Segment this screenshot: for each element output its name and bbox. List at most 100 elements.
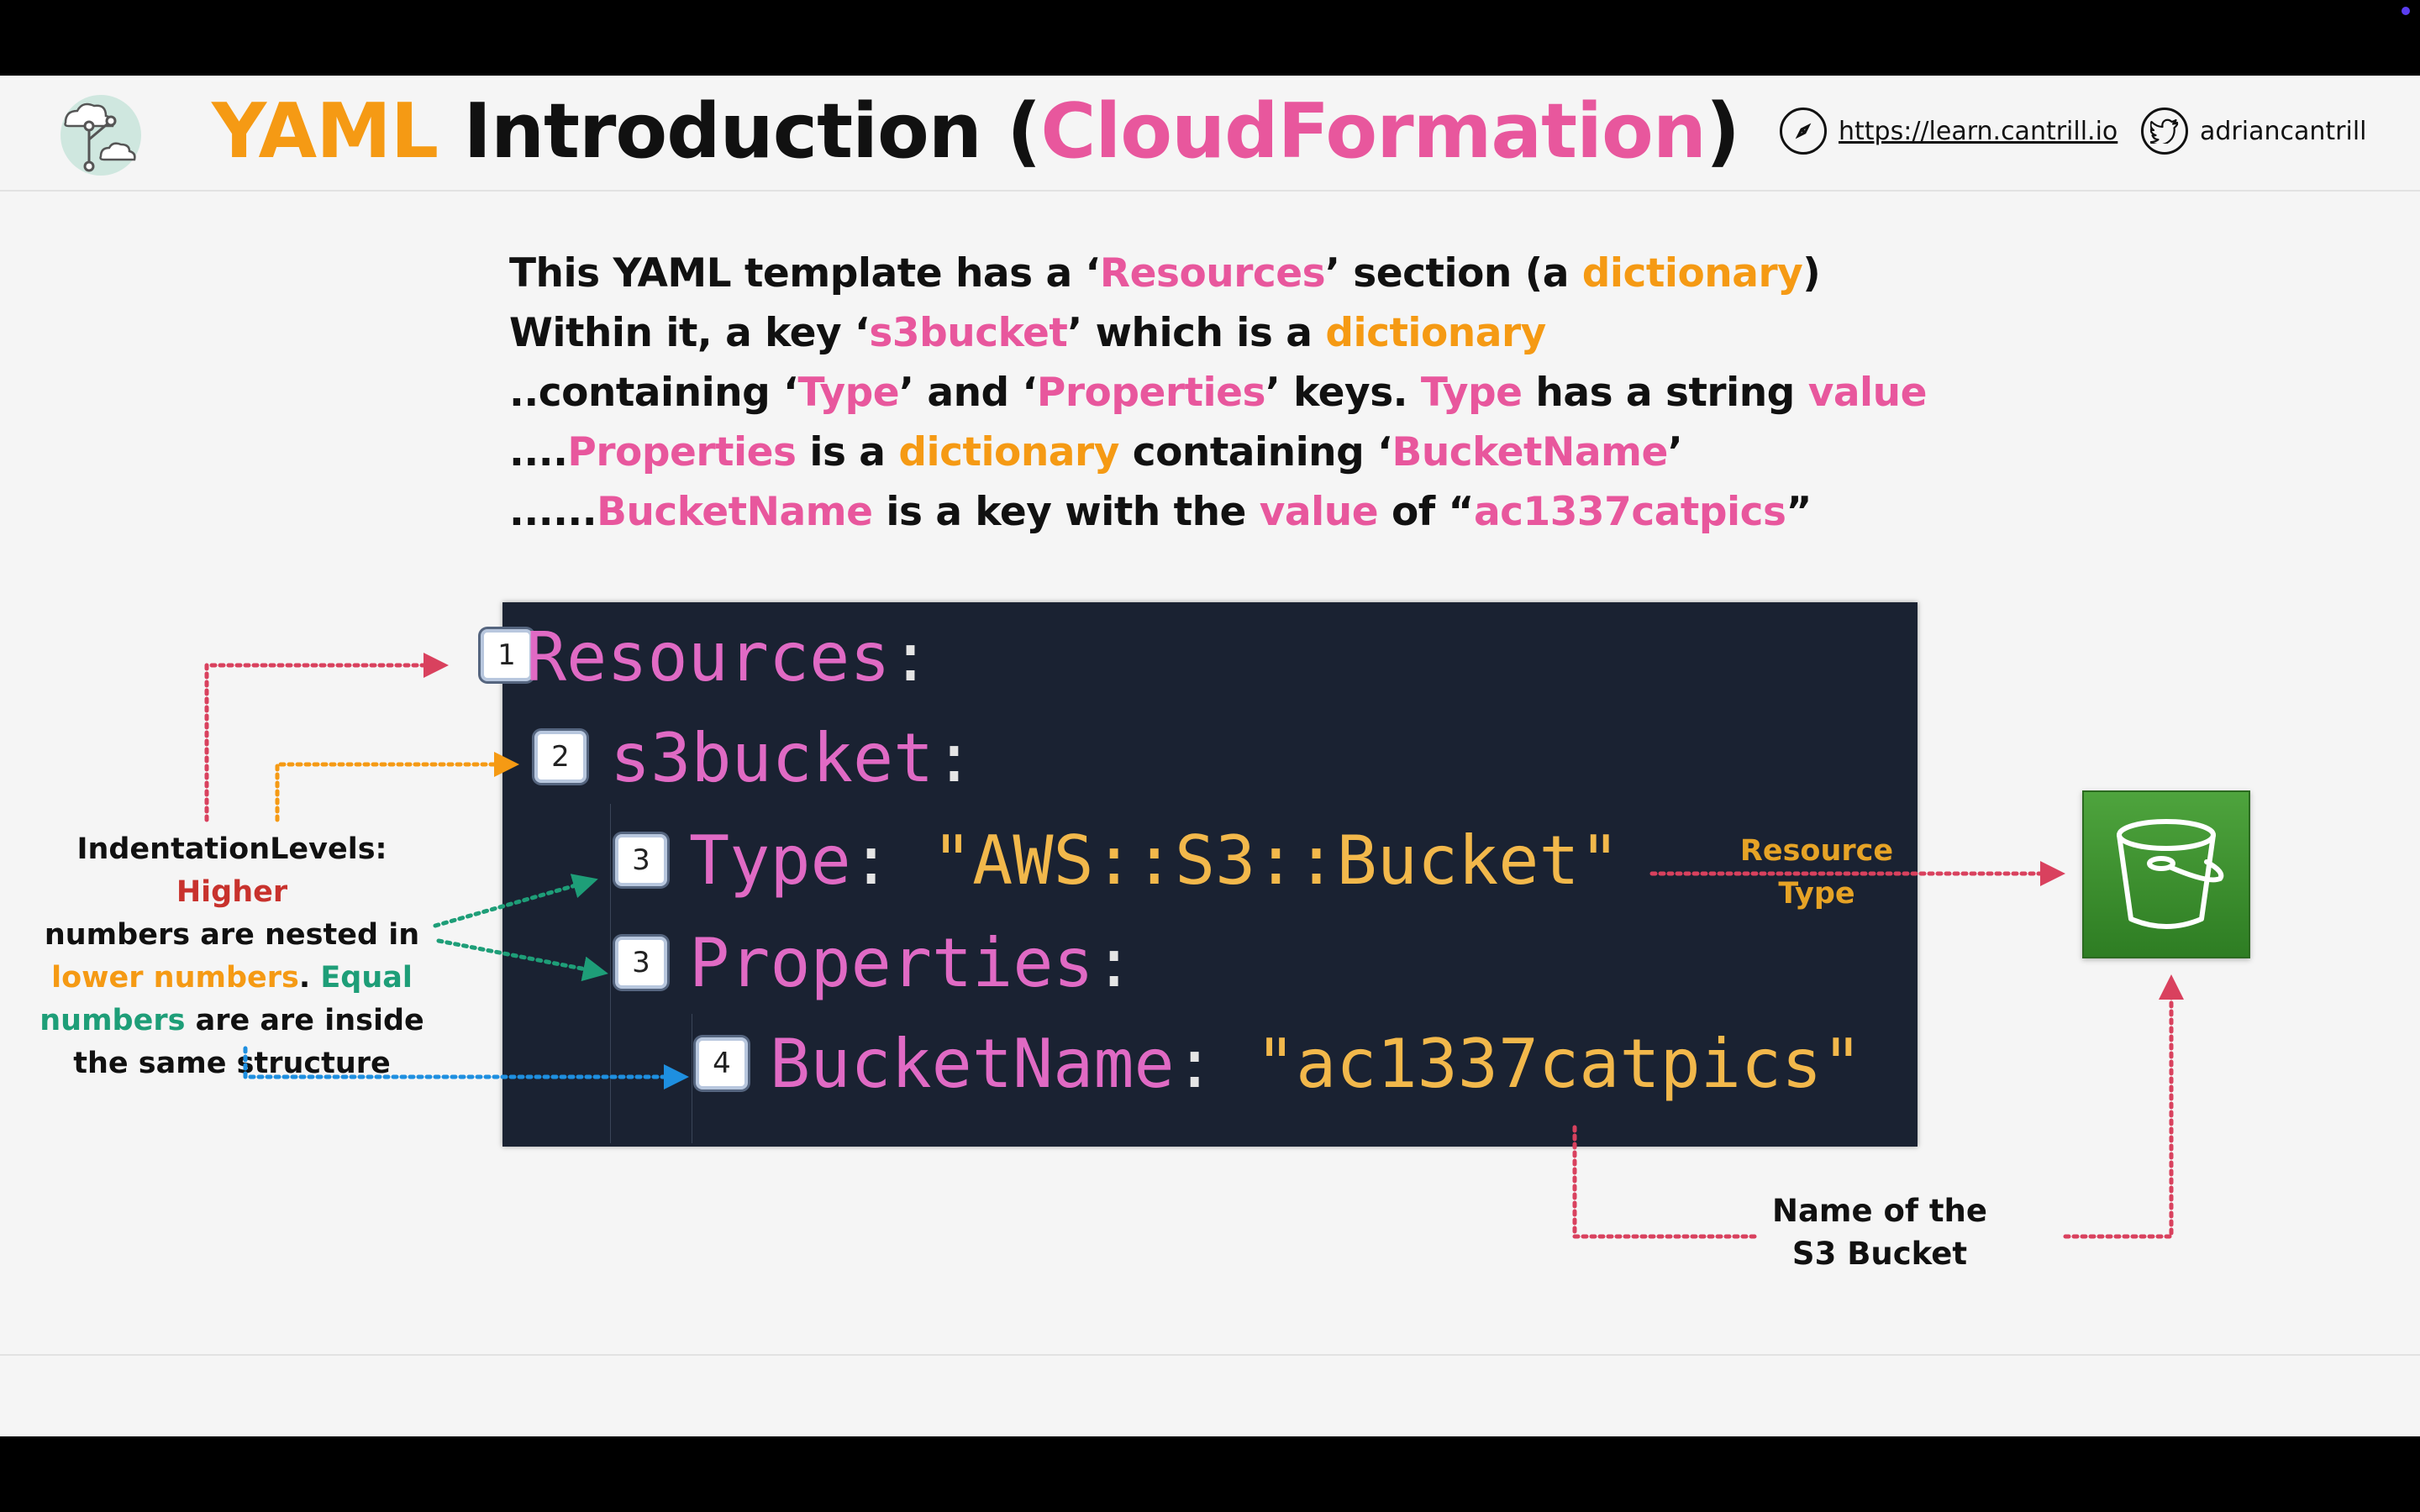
indent-level-badge: 4 xyxy=(696,1037,748,1089)
label-line: Resource xyxy=(1739,834,1894,868)
desc-text: This YAML template has a ‘ xyxy=(509,250,1100,297)
desc-text: ...... xyxy=(509,489,597,535)
legend-line: the same structure xyxy=(73,1047,391,1080)
desc-text: .... xyxy=(509,429,568,475)
desc-text: is a key with the xyxy=(872,489,1260,535)
badge-number: 1 xyxy=(497,638,516,672)
slide-header: YAML Introduction (CloudFormation) https… xyxy=(0,76,2420,192)
slide: YAML Introduction (CloudFormation) https… xyxy=(0,76,2420,1436)
title-yaml: YAML xyxy=(212,87,439,176)
site-link-text[interactable]: https://learn.cantrill.io xyxy=(1839,117,2118,146)
code-line-type: Type: "AWS::S3::Bucket" xyxy=(689,814,1620,906)
indentation-legend: IndentationLevels: Higher numbers are ne… xyxy=(20,828,444,1085)
desc-text: of “ xyxy=(1378,489,1474,535)
description-line-5: ......BucketName is a key with the value… xyxy=(509,482,1927,542)
desc-highlight-pink: Properties xyxy=(567,429,797,475)
badge-number: 3 xyxy=(632,946,650,979)
yaml-colon: : xyxy=(850,821,932,900)
description-line-3: ..containing ‘Type’ and ‘Properties’ key… xyxy=(509,363,1928,423)
yaml-string-value: "AWS::S3::Bucket" xyxy=(931,821,1620,900)
legend-highlight-green: Equal xyxy=(320,961,413,995)
badge-number: 3 xyxy=(632,843,650,877)
yaml-key: Resources xyxy=(526,617,891,696)
desc-text: has a string xyxy=(1522,370,1808,416)
desc-text: ’ which is a xyxy=(1067,310,1326,356)
title-close-paren: ) xyxy=(1705,87,1740,176)
twitter-link[interactable]: adriancantrill xyxy=(2141,108,2367,155)
desc-text: ’ keys. xyxy=(1265,370,1421,416)
desc-text: ’ and ‘ xyxy=(899,370,1037,416)
desc-highlight-pink: s3bucket xyxy=(869,310,1068,356)
yaml-code-block: 1 Resources: 2 s3bucket: 3 Type: "AWS::S… xyxy=(481,602,1918,1147)
title-cloudformation: CloudFormation xyxy=(1040,87,1707,176)
arrow-bucket-name-right xyxy=(2063,974,2184,1239)
yaml-key: BucketName xyxy=(770,1024,1175,1103)
desc-highlight-pink: Properties xyxy=(1036,370,1266,416)
legend-line: lower numbers. Equal xyxy=(20,957,444,1000)
legend-highlight-green: numbers xyxy=(39,1004,186,1037)
legend-line: IndentationLevels: Higher xyxy=(20,828,444,914)
desc-text: ..containing ‘ xyxy=(509,370,798,416)
top-letterbox xyxy=(0,0,2420,76)
s3-bucket-icon xyxy=(2082,790,2250,958)
badge-number: 2 xyxy=(551,740,570,774)
yaml-key: s3bucket xyxy=(610,718,934,797)
desc-highlight-pink: value xyxy=(1259,489,1379,535)
desc-text: ) xyxy=(1802,250,1821,297)
legend-line: numbers are nested in xyxy=(44,918,420,952)
yaml-colon: : xyxy=(934,718,975,797)
description-line-1: This YAML template has a ‘Resources’ sec… xyxy=(509,244,1927,303)
slide-footer-divider xyxy=(0,1354,2420,1356)
indent-guide xyxy=(610,804,611,1143)
yaml-key: Type xyxy=(689,821,851,900)
label-line: Name of the xyxy=(1772,1193,1987,1229)
legend-line: numbers are are inside xyxy=(20,1000,444,1042)
legend-highlight-red: Higher xyxy=(176,875,288,909)
twitter-bird-icon xyxy=(2141,108,2188,155)
desc-highlight-pink: Type xyxy=(797,370,900,416)
twitter-handle[interactable]: adriancantrill xyxy=(2200,117,2367,146)
legend-text: are are inside xyxy=(185,1004,424,1037)
arrow-level1 xyxy=(204,653,449,822)
arrow-level2 xyxy=(275,752,519,822)
title-introduction: Introduction ( xyxy=(438,87,1041,176)
badge-number: 4 xyxy=(713,1047,731,1080)
desc-highlight-pink: BucketName xyxy=(1392,429,1669,475)
desc-text: ’ xyxy=(1667,429,1683,475)
yaml-colon: : xyxy=(1174,1024,1255,1103)
description-line-4: ....Properties is a dictionary containin… xyxy=(509,423,1927,482)
label-line: Type xyxy=(1778,877,1855,911)
yaml-colon: : xyxy=(1093,923,1134,1002)
desc-highlight-orange: dictionary xyxy=(1325,310,1546,356)
site-link[interactable]: https://learn.cantrill.io xyxy=(1780,108,2118,155)
desc-highlight-pink: ac1337catpics xyxy=(1473,489,1786,535)
description-text: This YAML template has a ‘Resources’ sec… xyxy=(509,244,1928,542)
desc-text: is a xyxy=(796,429,899,475)
desc-text: containing ‘ xyxy=(1118,429,1392,475)
legend-text: . xyxy=(298,961,321,995)
page-title: YAML Introduction (CloudFormation) xyxy=(212,87,1740,176)
bottom-letterbox xyxy=(0,1436,2420,1512)
label-line: S3 Bucket xyxy=(1791,1236,1968,1272)
indent-level-badge: 3 xyxy=(615,937,667,989)
desc-text: Within it, a key ‘ xyxy=(509,310,870,356)
bucket-name-label: Name of the S3 Bucket xyxy=(1758,1189,2002,1275)
code-line-properties: Properties: xyxy=(689,916,1134,1009)
desc-text: ” xyxy=(1786,489,1812,535)
description-line-2: Within it, a key ‘s3bucket’ which is a d… xyxy=(509,303,1927,363)
code-line-bucketname: BucketName: "ac1337catpics" xyxy=(770,1017,1862,1110)
compass-icon xyxy=(1780,108,1827,155)
indent-level-badge: 2 xyxy=(534,731,587,783)
network-cloud-logo xyxy=(49,89,150,181)
desc-text: ’ section (a xyxy=(1325,250,1582,297)
desc-highlight-orange: dictionary xyxy=(898,429,1119,475)
legend-highlight-orange: lower numbers xyxy=(51,961,299,995)
resource-type-label: Resource Type xyxy=(1714,830,1919,916)
legend-text: IndentationLevels: xyxy=(76,832,387,866)
desc-highlight-pink: Resources xyxy=(1099,250,1326,297)
desc-highlight-pink: value xyxy=(1807,370,1928,416)
indent-level-badge: 1 xyxy=(481,629,533,681)
desc-highlight-pink: Type xyxy=(1420,370,1523,416)
code-line-s3bucket: s3bucket: xyxy=(610,711,974,804)
indent-level-badge: 3 xyxy=(615,834,667,886)
